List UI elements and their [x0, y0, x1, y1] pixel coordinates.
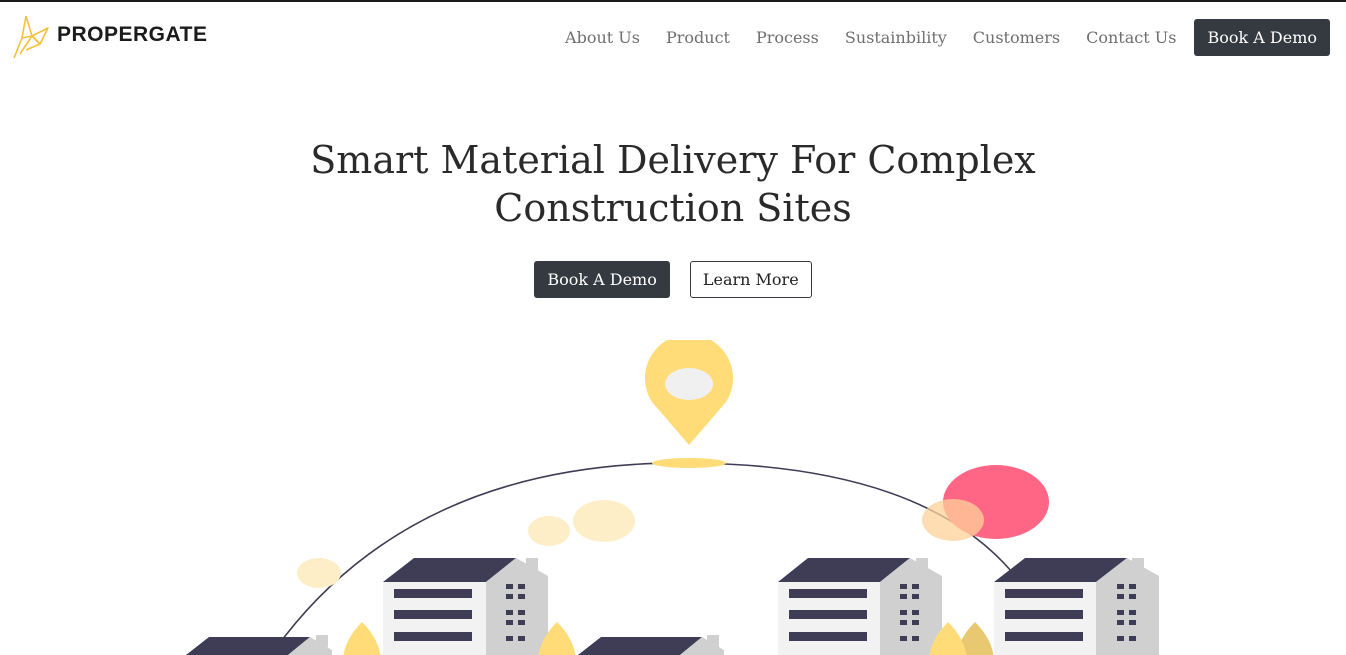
- brand-logo[interactable]: PROPERGATE: [12, 14, 207, 58]
- site-header: PROPERGATE About Us Product Process Sust…: [0, 2, 1346, 72]
- hero-title: Smart Material Delivery For Complex Cons…: [0, 136, 1346, 232]
- location-pin-icon: [645, 340, 733, 468]
- delivery-illustration: [186, 340, 1159, 655]
- building-icon: [186, 635, 332, 655]
- book-demo-button[interactable]: Book A Demo: [534, 261, 670, 298]
- hero-actions: Book A Demo Learn More: [0, 261, 1346, 298]
- building-icon: [578, 635, 724, 655]
- brand-name: PROPERGATE: [57, 23, 208, 46]
- building-icon: [383, 558, 548, 655]
- main-nav: About Us Product Process Sustainbility C…: [565, 19, 1330, 56]
- building-icon: [778, 558, 942, 655]
- learn-more-button[interactable]: Learn More: [689, 261, 812, 298]
- building-icon: [994, 558, 1159, 655]
- nav-contact-us[interactable]: Contact Us: [1086, 28, 1176, 47]
- crane-origami-icon: [13, 15, 49, 58]
- nav-sustainability[interactable]: Sustainbility: [845, 28, 947, 47]
- nav-book-demo-button[interactable]: Book A Demo: [1194, 19, 1330, 56]
- hero-title-line-1: Smart Material Delivery For Complex: [310, 138, 1036, 182]
- hero-title-line-2: Construction Sites: [494, 186, 852, 230]
- nav-customers[interactable]: Customers: [973, 28, 1060, 47]
- nav-about-us[interactable]: About Us: [565, 28, 640, 47]
- accent-circle: [922, 465, 1049, 541]
- nav-product[interactable]: Product: [666, 28, 730, 47]
- nav-process[interactable]: Process: [756, 28, 819, 47]
